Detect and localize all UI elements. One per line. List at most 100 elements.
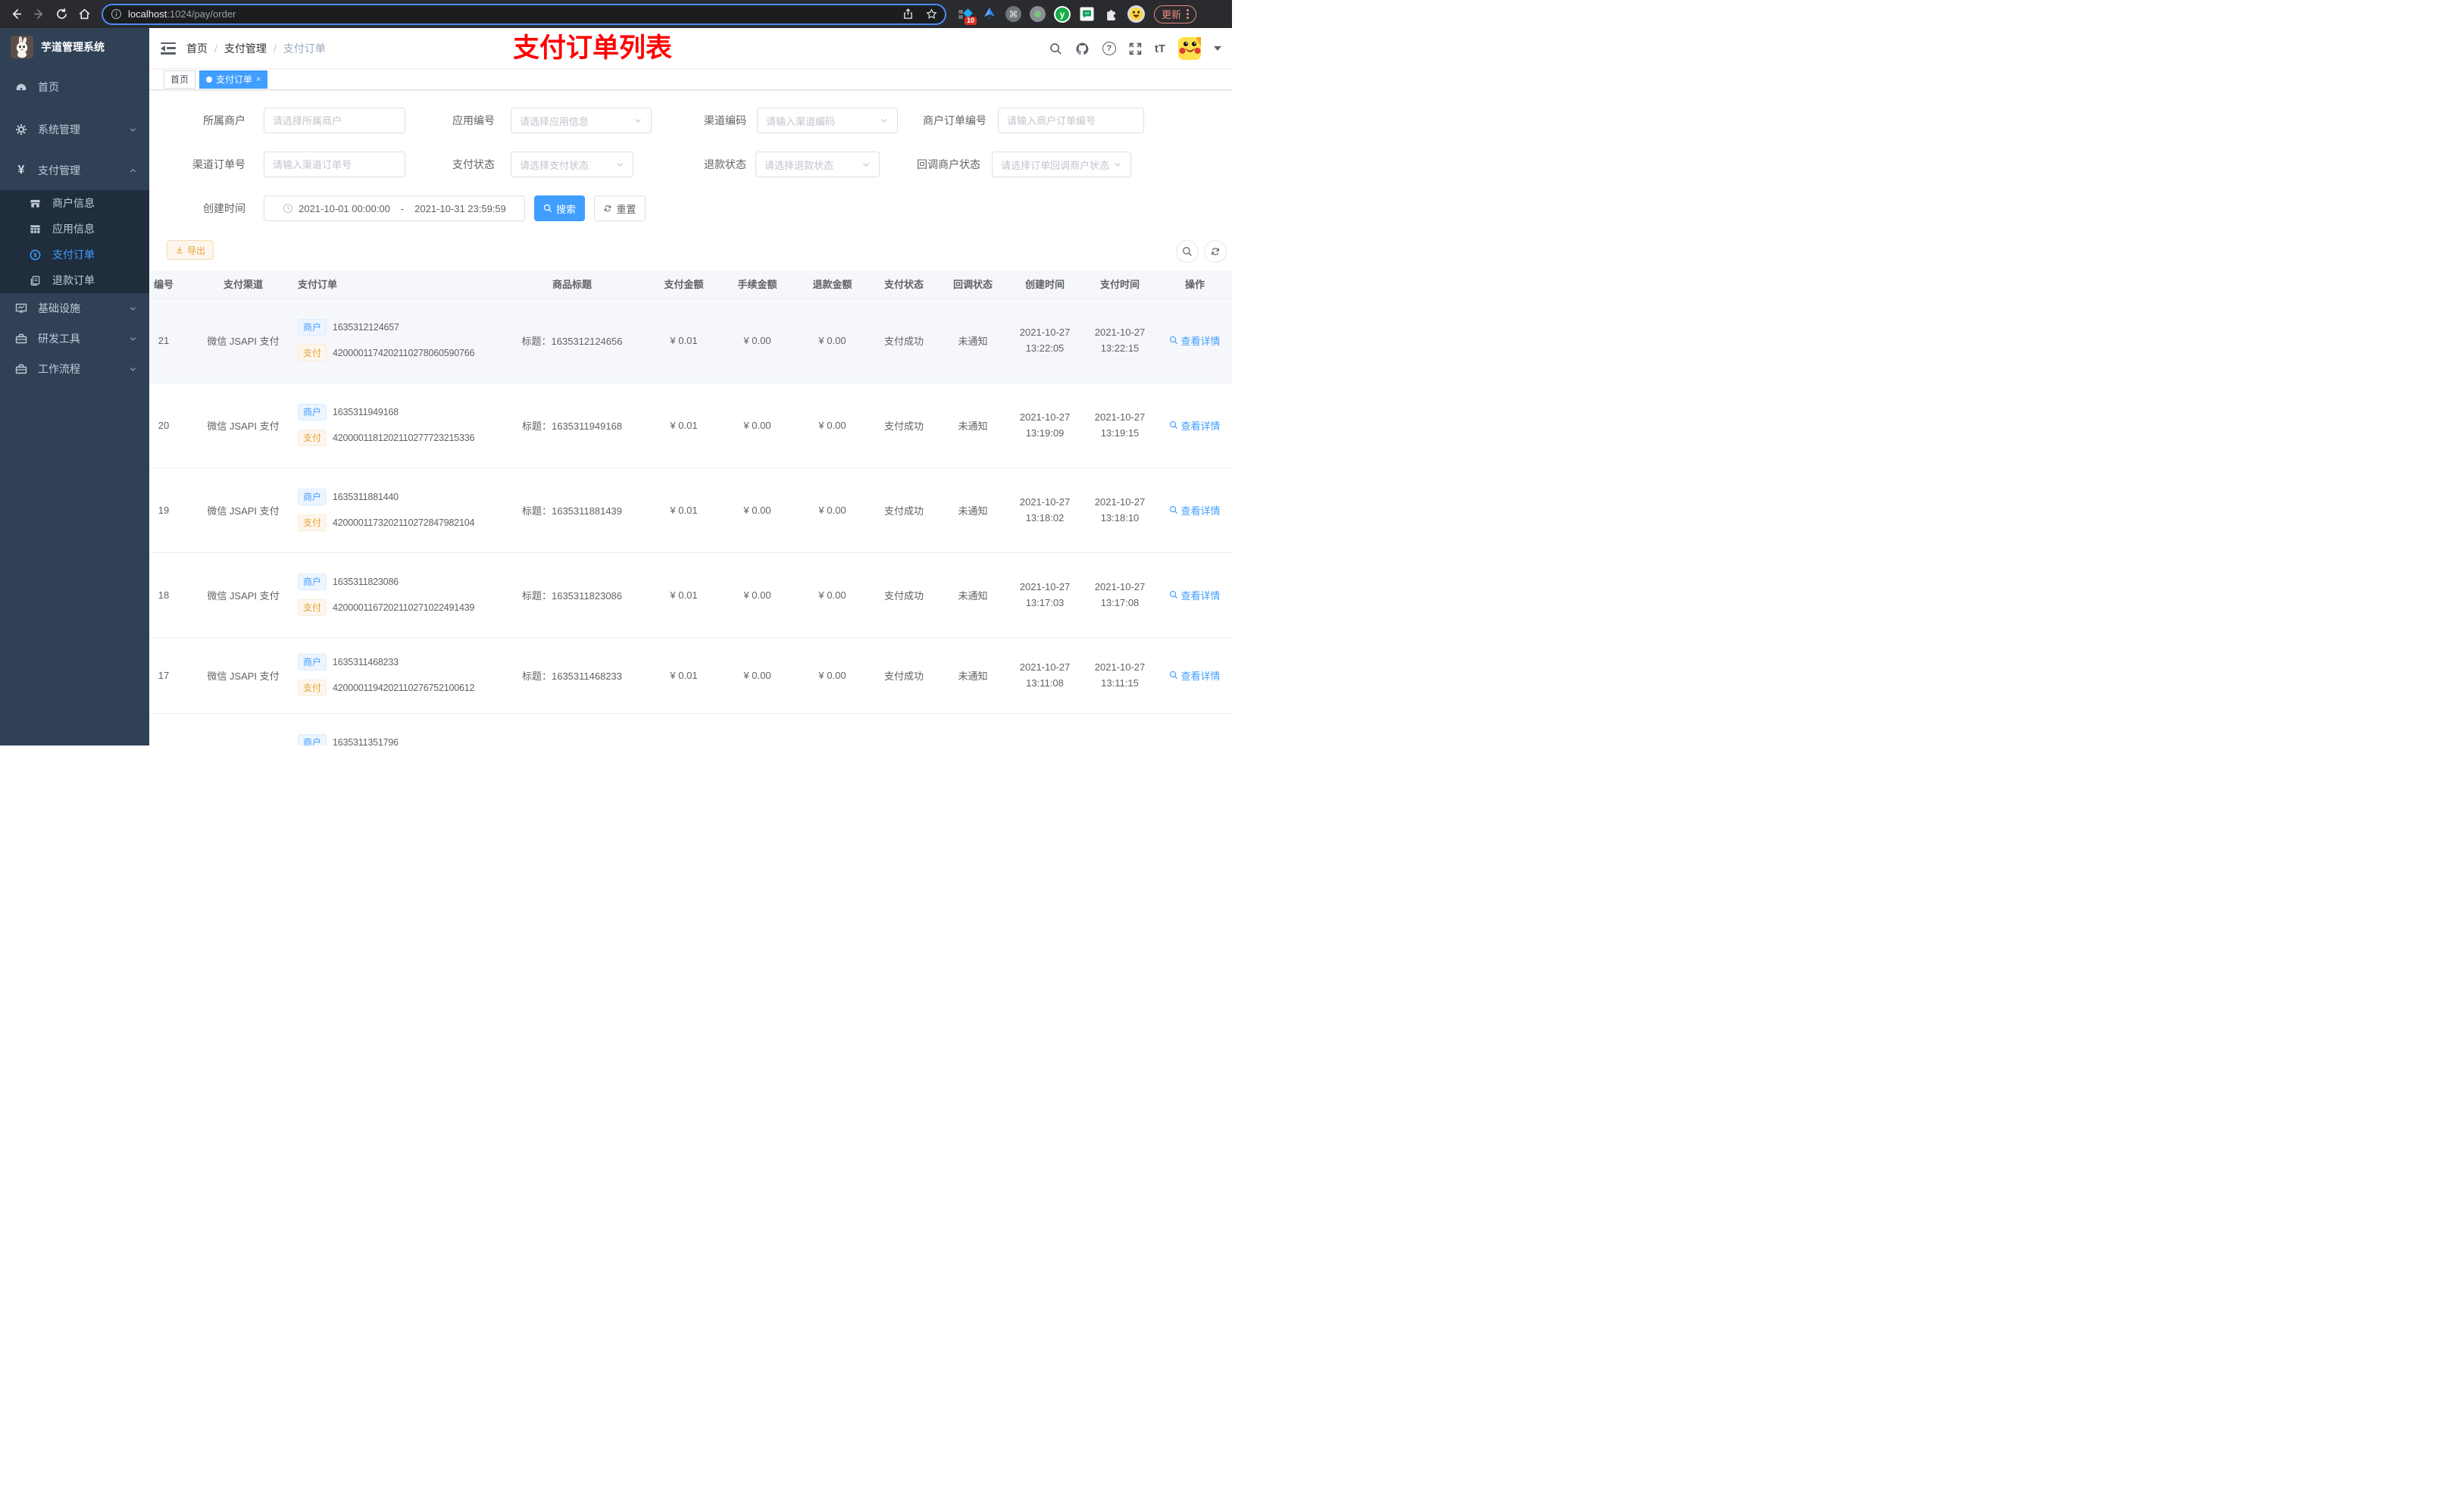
date-end[interactable]: 2021-10-31 23:59:59 xyxy=(414,203,506,214)
chevron-down-icon xyxy=(129,365,137,374)
sidebar-item-pay-order[interactable]: ¥ 支付订单 xyxy=(0,242,149,267)
browser-update-button[interactable]: 更新 xyxy=(1154,5,1197,23)
channel-order-no-field[interactable] xyxy=(273,158,396,170)
chevron-down-icon xyxy=(129,305,137,313)
merchant-input-field[interactable] xyxy=(273,114,396,127)
breadcrumb-pay-management[interactable]: 支付管理 xyxy=(224,41,267,56)
table-row-partial[interactable]: 商户1635311351796 支付 xyxy=(149,713,1232,746)
user-avatar[interactable] xyxy=(1178,37,1201,60)
sidebar-item-infrastructure[interactable]: 基础设施 xyxy=(0,293,149,324)
cell-pay-status: 支付成功 xyxy=(870,637,938,714)
app-logo[interactable]: 芋道管理系统 xyxy=(0,28,149,66)
extension-command-icon[interactable]: ⌘ xyxy=(1005,6,1021,22)
extension-chat-icon[interactable] xyxy=(1079,6,1095,22)
share-icon[interactable] xyxy=(902,8,914,20)
merchant-order-no-input[interactable] xyxy=(998,108,1144,133)
view-detail-link[interactable]: 查看详情 xyxy=(1169,588,1221,602)
merchant-input[interactable] xyxy=(264,108,405,133)
sidebar-item-dev-tools[interactable]: 研发工具 xyxy=(0,324,149,354)
hamburger-icon[interactable] xyxy=(161,42,176,55)
browser-back-icon[interactable] xyxy=(5,3,27,26)
breadcrumb: 首页 / 支付管理 / 支付订单 xyxy=(186,41,326,56)
tab-home[interactable]: 首页 xyxy=(164,70,196,89)
channel-pay-no: 4200001181202110277723215336 xyxy=(333,433,475,443)
cell-pay-order: 商户1635311351796 支付 xyxy=(289,713,496,746)
view-detail-link[interactable]: 查看详情 xyxy=(1169,503,1221,517)
table-row[interactable]: 19 微信 JSAPI 支付 商户 1635311881440 支付 4200001… xyxy=(149,467,1232,553)
breadcrumb-home[interactable]: 首页 xyxy=(186,41,208,56)
magnifier-icon xyxy=(1170,420,1178,430)
font-size-icon[interactable]: tT xyxy=(1155,42,1165,55)
cell-pay-status xyxy=(870,713,938,746)
channel-code-select[interactable]: 请输入渠道编码 xyxy=(757,108,898,133)
tab-pay-order[interactable]: 支付订单 × xyxy=(199,70,268,89)
sidebar-item-merchant-info[interactable]: 商户信息 xyxy=(0,190,149,216)
sidebar-item-payment[interactable]: ¥ 支付管理 xyxy=(0,151,149,190)
profile-emoji-avatar[interactable] xyxy=(1127,5,1145,23)
browser-forward-icon[interactable] xyxy=(27,3,50,26)
view-detail-link[interactable]: 查看详情 xyxy=(1169,668,1221,683)
search-button[interactable]: 搜索 xyxy=(534,195,585,221)
site-info-icon[interactable] xyxy=(111,8,122,20)
refresh-table-button[interactable] xyxy=(1204,240,1227,263)
create-time-range-picker[interactable]: 2021-10-01 00:00:00 - 2021-10-31 23:59:5… xyxy=(264,195,525,221)
merchant-order-no: 1635311468233 xyxy=(333,657,399,667)
filter-label-notify-status: 回调商户状态 xyxy=(917,158,980,170)
bookmark-star-icon[interactable] xyxy=(926,8,937,20)
extension-dot-icon[interactable] xyxy=(1030,6,1046,22)
tags-view: 首页 支付订单 × xyxy=(149,69,1232,90)
cell-pay-channel: 微信 JSAPI 支付 xyxy=(198,298,289,383)
toggle-search-button[interactable] xyxy=(1176,240,1199,263)
cell-pay-status: 支付成功 xyxy=(870,383,938,468)
date-start[interactable]: 2021-10-01 00:00:00 xyxy=(299,203,390,214)
chevron-down-icon xyxy=(861,160,871,169)
channel-order-no-input[interactable] xyxy=(264,152,405,177)
select-placeholder: 请选择支付状态 xyxy=(520,159,589,171)
sidebar-item-system[interactable]: 系统管理 xyxy=(0,108,149,151)
col-pay-order: 支付订单 xyxy=(289,270,496,299)
cell-notify-status: 未通知 xyxy=(938,383,1008,468)
table-row[interactable]: 18 微信 JSAPI 支付 商户 1635311823086 支付 4200001… xyxy=(149,552,1232,638)
sidebar-item-refund-order[interactable]: 退款订单 xyxy=(0,267,149,293)
table-row[interactable]: 17 微信 JSAPI 支付 商户 1635311468233 支付 4200001… xyxy=(149,637,1232,714)
orders-table-wrap: 编号 支付渠道 支付订单 商品标题 支付金额 手续金额 退款金额 支付状态 回调… xyxy=(149,270,1232,746)
sidebar-item-home[interactable]: 首页 xyxy=(0,66,149,108)
browser-reload-icon[interactable] xyxy=(50,3,73,26)
col-pay-amount: 支付金额 xyxy=(648,270,720,299)
reset-button[interactable]: 重置 xyxy=(594,195,646,221)
table-row[interactable]: 20 微信 JSAPI 支付 商户 1635311949168 支付 4200001… xyxy=(149,383,1232,468)
filter-label-pay-status: 支付状态 xyxy=(452,158,495,170)
close-icon[interactable]: × xyxy=(256,75,261,84)
merchant-tag: 商户 xyxy=(298,489,327,505)
search-icon[interactable] xyxy=(1049,42,1062,55)
pay-status-select[interactable]: 请选择支付状态 xyxy=(511,152,633,177)
extension-diamond-icon[interactable]: 10 xyxy=(957,6,977,25)
view-detail-link[interactable]: 查看详情 xyxy=(1169,333,1221,348)
extension-kite-icon[interactable] xyxy=(981,6,997,22)
refund-status-select[interactable]: 请选择退款状态 xyxy=(755,152,880,177)
caret-down-icon[interactable] xyxy=(1214,46,1221,51)
fullscreen-icon[interactable] xyxy=(1129,42,1142,55)
magnifier-icon xyxy=(1170,336,1178,345)
app-no-select[interactable]: 请选择应用信息 xyxy=(511,108,652,133)
sidebar-item-app-info[interactable]: 应用信息 xyxy=(0,216,149,242)
sidebar-item-workflow[interactable]: 工作流程 xyxy=(0,354,149,384)
github-icon[interactable] xyxy=(1075,42,1090,56)
browser-home-icon[interactable] xyxy=(73,3,95,26)
cell-refund-amount: ¥ 0.00 xyxy=(795,552,870,638)
export-button[interactable]: 导出 xyxy=(167,240,214,260)
extensions-puzzle-icon[interactable] xyxy=(1103,6,1119,22)
chevron-down-icon xyxy=(129,335,137,343)
extension-y-icon[interactable]: y xyxy=(1054,5,1071,23)
address-bar[interactable]: localhost:1024/pay/order xyxy=(102,3,946,25)
browser-menu-icon[interactable] xyxy=(1187,9,1190,19)
help-icon[interactable]: ? xyxy=(1102,42,1116,55)
table-row[interactable]: 21 微信 JSAPI 支付 商户 1635312124657 支付 4200001… xyxy=(149,298,1232,383)
active-dot xyxy=(206,76,213,83)
sidebar-submenu-payment: 商户信息 应用信息 ¥ 支付订单 退款订单 xyxy=(0,190,149,293)
view-detail-link[interactable]: 查看详情 xyxy=(1169,418,1221,433)
sidebar-item-label: 首页 xyxy=(38,81,59,93)
cell-pay-order: 商户 1635311881440 支付 4200001173202110272847… xyxy=(289,467,496,553)
notify-status-select[interactable]: 请选择订单回调商户状态 xyxy=(992,152,1131,177)
merchant-order-no-field[interactable] xyxy=(1007,114,1135,127)
